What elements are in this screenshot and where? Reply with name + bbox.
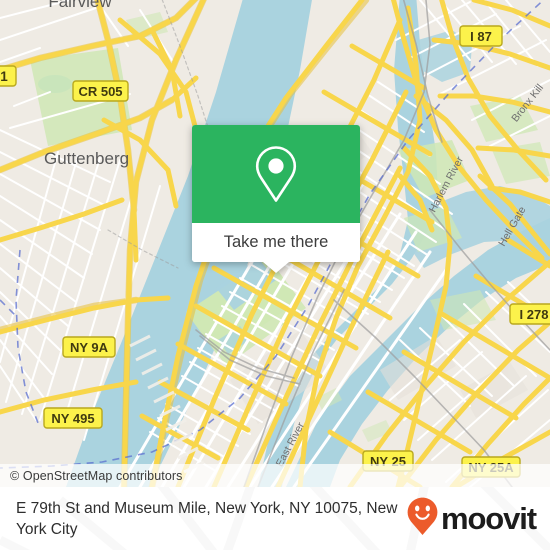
footer-inner: E 79th St and Museum Mile, New York, NY … [0,487,550,550]
take-me-there-label: Take me there [223,233,329,251]
result-footer: E 79th St and Museum Mile, New York, NY … [0,487,550,550]
svg-text:I 278: I 278 [520,307,549,322]
popup-body: Take me there [192,125,360,262]
moovit-brand[interactable]: moovit [406,496,537,541]
moovit-smiley-pin-icon [406,496,439,541]
location-title: E 79th St and Museum Mile, New York, NY … [16,499,398,538]
route-shield-1: 1 [0,65,17,87]
map-attribution-text: © OpenStreetMap contributors [10,468,183,483]
map-place-label: Fairview [48,0,112,11]
route-shield-ny9a: NY 9A [62,336,116,358]
route-shield-cr505: CR 505 [72,80,129,102]
map-attribution: © OpenStreetMap contributors [0,464,550,487]
svg-text:I 87: I 87 [470,29,492,44]
popup-pointer [263,262,289,273]
moovit-wordmark: moovit [440,501,537,536]
svg-text:NY 495: NY 495 [51,411,94,426]
map-popup-card[interactable]: Take me there [192,125,360,273]
route-shield-ny495: NY 495 [43,407,103,429]
route-shield-i278: I 278 [509,303,550,325]
svg-text:CR 505: CR 505 [78,84,122,99]
svg-text:1: 1 [0,69,8,84]
route-shield-i87: I 87 [459,25,503,47]
map-result-screen: .w { fill:#aad3df; } .lnd { fill:#efebe4… [0,0,550,550]
svg-text:NY 9A: NY 9A [70,340,109,355]
map-pin-icon [252,143,300,206]
map-place-label: Guttenberg [44,149,129,168]
popup-header [192,125,360,223]
take-me-there-button[interactable]: Take me there [192,223,360,262]
